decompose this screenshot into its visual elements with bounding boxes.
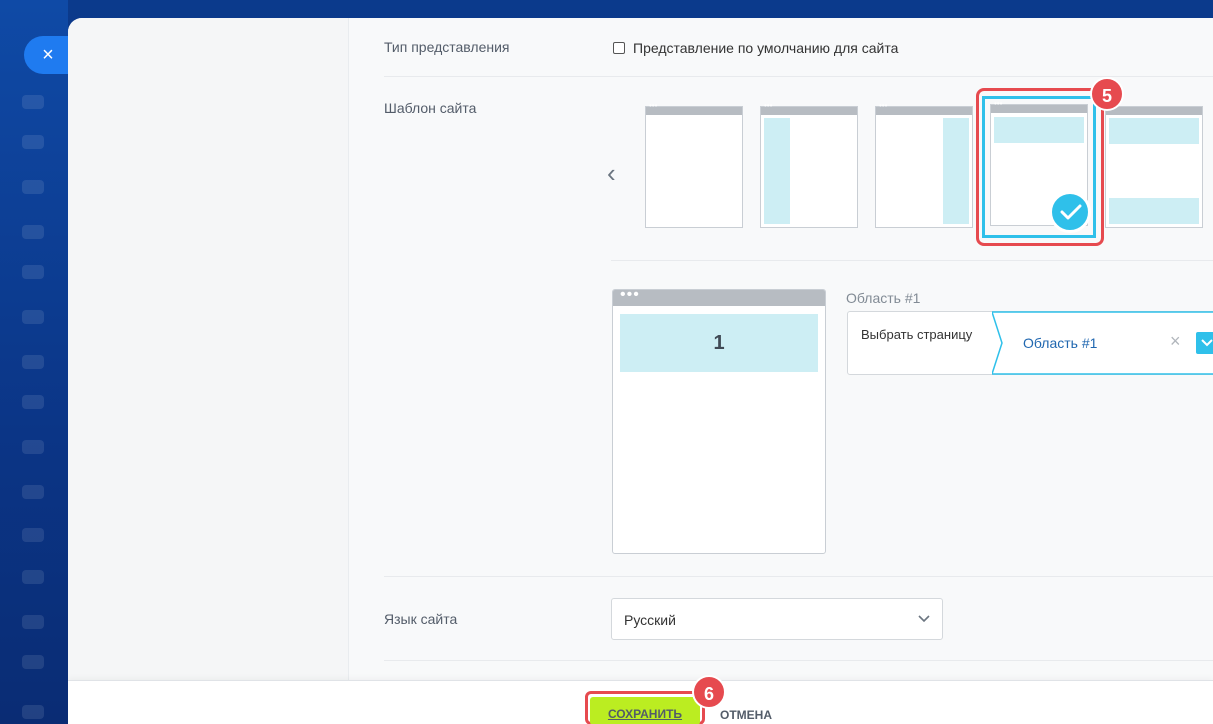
- divider: [384, 660, 1213, 661]
- view-type-label: Тип представления: [384, 39, 510, 55]
- rail-icon: [22, 570, 44, 584]
- divider: [611, 260, 1213, 261]
- close-icon: ×: [42, 44, 54, 66]
- template-left-column[interactable]: [760, 101, 858, 228]
- site-template-label: Шаблон сайта: [384, 100, 477, 116]
- footer-bar: СОХРАНИТЬ ОТМЕНА 6: [68, 675, 1213, 724]
- default-view-checkbox-label: Представление по умолчанию для сайта: [633, 40, 899, 56]
- chevron-down-icon: [918, 615, 930, 623]
- rail-icon: [22, 95, 44, 109]
- settings-sheet: Тип представления Представление по умолч…: [68, 18, 1213, 724]
- area-title: Область #1: [846, 290, 921, 306]
- rail-icon: [22, 440, 44, 454]
- rail-icon: [22, 395, 44, 409]
- rail-icon: [22, 225, 44, 239]
- area-select[interactable]: Область #1: [1023, 335, 1097, 351]
- template-preview: ••• 1: [612, 289, 826, 554]
- rail-icon: [22, 615, 44, 629]
- preview-area-1: 1: [620, 314, 818, 372]
- rail-icon: [22, 655, 44, 669]
- rail-icon: [22, 180, 44, 194]
- default-view-option[interactable]: Представление по умолчанию для сайта: [613, 40, 898, 56]
- template-empty[interactable]: [645, 101, 743, 228]
- step-badge-5: 5: [1090, 77, 1124, 111]
- settings-content: Тип представления Представление по умолч…: [348, 18, 1213, 680]
- chevron-left-icon[interactable]: ‹: [607, 158, 629, 188]
- language-value: Русский: [624, 612, 676, 628]
- chevron-down-icon[interactable]: [1196, 332, 1213, 354]
- step-badge-6: 6: [692, 675, 726, 709]
- language-select[interactable]: Русский: [611, 598, 943, 640]
- close-button[interactable]: ×: [24, 36, 68, 74]
- checkmark-icon: [1049, 191, 1091, 233]
- template-right-column[interactable]: [875, 101, 973, 228]
- left-rail: [0, 0, 68, 724]
- area-mapping: Выбрать страницу Область #1 ×: [847, 311, 1213, 375]
- clear-icon[interactable]: ×: [1170, 331, 1181, 352]
- save-button[interactable]: СОХРАНИТЬ: [590, 697, 700, 724]
- rail-icon: [22, 705, 44, 719]
- rail-icon: [22, 135, 44, 149]
- rail-icon: [22, 355, 44, 369]
- rail-icon: [22, 528, 44, 542]
- divider: [384, 76, 1213, 77]
- default-view-checkbox[interactable]: [613, 42, 625, 54]
- window-dots-icon: •••: [620, 289, 640, 303]
- divider: [384, 576, 1213, 577]
- language-label: Язык сайта: [384, 611, 458, 627]
- choose-page-label: Выбрать страницу: [861, 327, 973, 342]
- template-header-footer[interactable]: [1105, 101, 1203, 228]
- rail-icon: [22, 485, 44, 499]
- cancel-button[interactable]: ОТМЕНА: [720, 708, 772, 722]
- left-pane: [68, 18, 348, 680]
- rail-icon: [22, 310, 44, 324]
- rail-icon: [22, 265, 44, 279]
